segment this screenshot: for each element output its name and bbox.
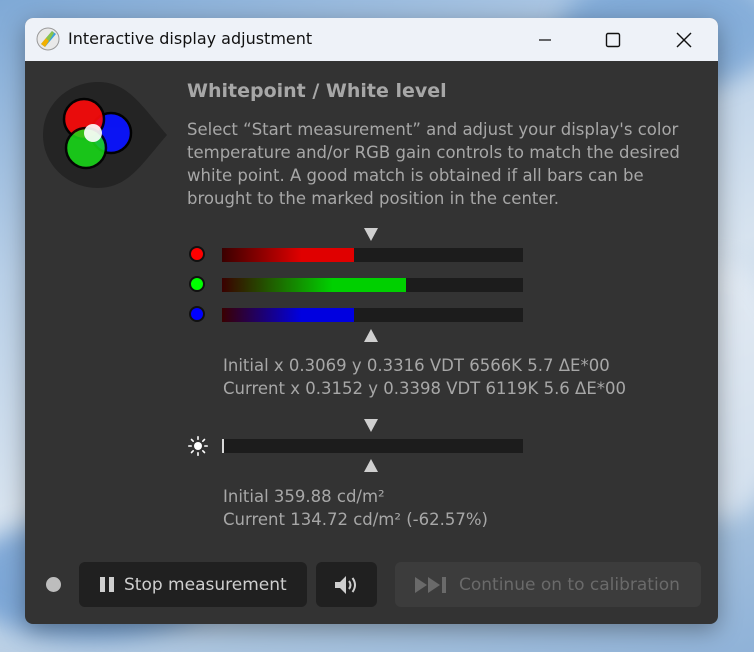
title-bar[interactable]: Interactive display adjustment xyxy=(25,18,718,61)
luminance-bar-fill xyxy=(222,439,224,453)
blue-bar-fill xyxy=(222,308,354,322)
continue-calibration-button[interactable]: Continue on to calibration xyxy=(395,562,701,607)
blue-bar xyxy=(222,308,523,322)
target-marker-bottom xyxy=(364,329,378,342)
close-icon xyxy=(676,32,692,47)
app-icon xyxy=(36,27,60,51)
window-title: Interactive display adjustment xyxy=(68,29,313,48)
red-bar-fill xyxy=(222,248,354,262)
stop-measurement-label: Stop measurement xyxy=(124,574,287,595)
maximize-button[interactable] xyxy=(590,18,636,61)
speaker-icon xyxy=(334,575,356,594)
sound-toggle-button[interactable] xyxy=(316,562,377,607)
app-window: Interactive display adjustment Whitepoin… xyxy=(25,18,718,624)
section-heading: Whitepoint / White level xyxy=(187,80,447,102)
green-bar-fill xyxy=(222,278,406,292)
pause-icon xyxy=(100,577,114,592)
rgb-whitepoint-logo xyxy=(43,82,167,188)
status-indicator xyxy=(46,577,61,592)
close-button[interactable] xyxy=(661,18,707,61)
whitepoint-initial: Initial x 0.3069 y 0.3316 VDT 6566K 5.7 … xyxy=(223,356,610,375)
green-bar xyxy=(222,278,523,292)
luminance-target-marker-top xyxy=(364,419,378,432)
minimize-icon xyxy=(539,38,551,41)
red-channel-indicator xyxy=(189,246,205,262)
green-channel-indicator xyxy=(189,276,205,292)
instructions-text: Select “Start measurement” and adjust yo… xyxy=(187,120,680,208)
skip-forward-icon xyxy=(415,576,446,593)
blue-channel-indicator xyxy=(189,306,205,322)
continue-calibration-label: Continue on to calibration xyxy=(459,574,680,595)
sun-icon xyxy=(188,436,208,456)
minimize-button[interactable] xyxy=(522,18,568,61)
luminance-target-marker-bottom xyxy=(364,459,378,472)
stop-measurement-button[interactable]: Stop measurement xyxy=(79,562,307,607)
luminance-bar xyxy=(222,439,523,453)
maximize-icon xyxy=(605,32,621,47)
target-marker-top xyxy=(364,228,378,241)
luminance-initial: Initial 359.88 cd/m² xyxy=(223,487,385,506)
luminance-current: Current 134.72 cd/m² (-62.57%) xyxy=(223,510,488,529)
red-bar xyxy=(222,248,523,262)
whitepoint-current: Current x 0.3152 y 0.3398 VDT 6119K 5.6 … xyxy=(223,379,627,398)
